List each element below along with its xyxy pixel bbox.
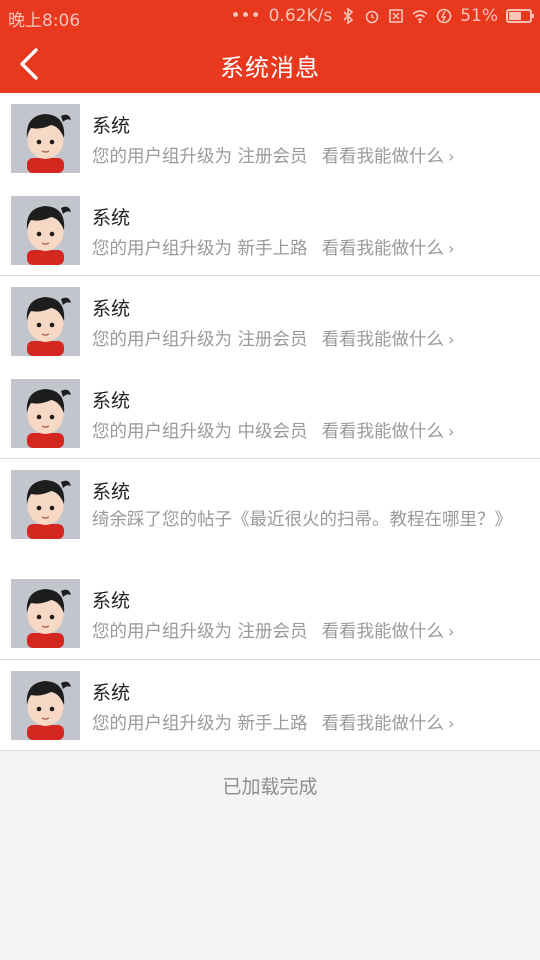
status-time: 晚上8:06 bbox=[8, 11, 81, 31]
chevron-right-icon: › bbox=[448, 330, 455, 349]
avatar-cartoon-icon bbox=[11, 378, 80, 448]
sender-name: 系统 bbox=[92, 389, 131, 412]
avatar bbox=[11, 670, 80, 740]
load-complete-text: 已加载完成 bbox=[222, 776, 318, 798]
message-item[interactable]: 系统 您的用户组升级为 注册会员 看看我能做什么 › bbox=[0, 568, 540, 660]
battery-percent: 51% bbox=[460, 6, 498, 26]
message-item[interactable]: 系统 您的用户组升级为 注册会员 看看我能做什么 › bbox=[0, 276, 540, 368]
see-what-i-can-do-link[interactable]: 看看我能做什么 bbox=[322, 147, 445, 167]
status-dots: ••• bbox=[230, 6, 261, 26]
network-speed: 0.62K/s bbox=[268, 6, 333, 26]
avatar-cartoon-icon bbox=[11, 287, 80, 356]
avatar bbox=[11, 287, 80, 356]
message-item[interactable]: 系统 您的用户组升级为 新手上路 看看我能做什么 › bbox=[0, 185, 540, 277]
message-text: 您的用户组升级为 注册会员 看看我能做什么 › bbox=[92, 143, 454, 168]
chevron-right-icon: › bbox=[448, 622, 455, 641]
chevron-right-icon: › bbox=[448, 713, 455, 733]
message-body: 您的用户组升级为 新手上路 bbox=[92, 238, 308, 259]
sender-name: 系统 bbox=[92, 681, 131, 704]
avatar-cartoon-icon bbox=[11, 670, 80, 740]
avatar-cartoon-icon bbox=[11, 104, 80, 173]
avatar bbox=[11, 378, 80, 448]
avatar bbox=[11, 470, 80, 539]
message-text: 您的用户组升级为 注册会员 看看我能做什么 › bbox=[92, 618, 454, 643]
avatar bbox=[11, 195, 80, 265]
avatar bbox=[11, 579, 80, 648]
see-what-i-can-do-link[interactable]: 看看我能做什么 bbox=[322, 330, 445, 350]
message-text: 您的用户组升级为 新手上路 看看我能做什么 › bbox=[92, 710, 454, 735]
avatar-cartoon-icon bbox=[11, 195, 80, 265]
message-body: 您的用户组升级为 中级会员 bbox=[92, 421, 308, 442]
title-bar: 系统消息 bbox=[0, 34, 540, 93]
status-icons: ••• 0.62K/s 51% bbox=[230, 6, 534, 26]
see-what-i-can-do-link[interactable]: 看看我能做什么 bbox=[322, 422, 445, 442]
message-text: 您的用户组升级为 注册会员 看看我能做什么 › bbox=[92, 326, 454, 351]
see-what-i-can-do-link[interactable]: 看看我能做什么 bbox=[322, 714, 445, 734]
chevron-right-icon: › bbox=[448, 147, 455, 166]
sender-name: 系统 bbox=[92, 298, 131, 320]
message-body: 您的用户组升级为 新手上路 bbox=[92, 713, 308, 734]
message-body: 您的用户组升级为 注册会员 bbox=[92, 147, 308, 167]
message-item[interactable]: 系统 您的用户组升级为 新手上路 看看我能做什么 › bbox=[0, 660, 540, 752]
message-item[interactable]: 系统 您的用户组升级为 注册会员 看看我能做什么 › bbox=[0, 93, 540, 185]
message-text: 您的用户组升级为 中级会员 看看我能做什么 › bbox=[92, 418, 454, 443]
sender-name: 系统 bbox=[92, 115, 131, 137]
battery-icon bbox=[506, 9, 534, 23]
sim-off-icon bbox=[389, 9, 404, 23]
bluetooth-icon bbox=[343, 8, 354, 24]
page-title: 系统消息 bbox=[220, 54, 320, 82]
message-list: 系统 您的用户组升级为 注册会员 看看我能做什么 › 系统 您的用户组升级为 新手上… bbox=[0, 93, 540, 751]
power-save-icon bbox=[436, 8, 452, 24]
alarm-icon bbox=[365, 10, 379, 24]
message-body: 绮余踩了您的帖子《最近很火的扫帚。教程在哪里？》 bbox=[92, 510, 512, 530]
see-what-i-can-do-link[interactable]: 看看我能做什么 bbox=[322, 622, 445, 642]
sender-name: 系统 bbox=[92, 590, 131, 612]
chevron-right-icon: › bbox=[448, 421, 455, 441]
message-text: 您的用户组升级为 新手上路 看看我能做什么 › bbox=[92, 235, 454, 260]
sender-name: 系统 bbox=[92, 206, 131, 229]
message-body: 您的用户组升级为 注册会员 bbox=[92, 330, 308, 350]
message-item[interactable]: 系统 您的用户组升级为 中级会员 看看我能做什么 › bbox=[0, 368, 540, 460]
chevron-right-icon: › bbox=[448, 238, 455, 258]
sender-name: 系统 bbox=[92, 481, 131, 503]
status-bar: 晚上8:06 ••• 0.62K/s 51% bbox=[0, 0, 540, 34]
see-what-i-can-do-link[interactable]: 看看我能做什么 bbox=[322, 239, 445, 259]
message-item[interactable]: 系统 绮余踩了您的帖子《最近很火的扫帚。教程在哪里？》 bbox=[0, 459, 540, 568]
avatar-cartoon-icon bbox=[11, 579, 80, 648]
avatar-cartoon-icon bbox=[11, 470, 80, 539]
avatar bbox=[11, 104, 80, 173]
wifi-icon bbox=[412, 10, 428, 24]
message-body: 您的用户组升级为 注册会员 bbox=[92, 622, 308, 642]
